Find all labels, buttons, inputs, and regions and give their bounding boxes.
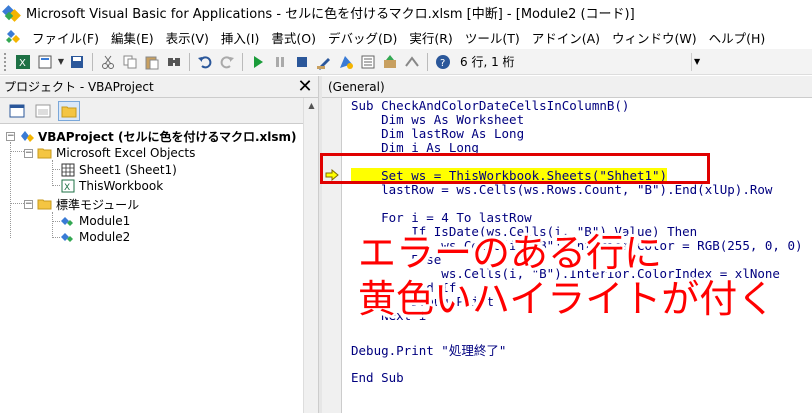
- menu-format[interactable]: 書式(O): [265, 28, 322, 47]
- window-title: Microsoft Visual Basic for Applications …: [26, 7, 635, 22]
- module-icon: [60, 214, 76, 228]
- title-bar: Microsoft Visual Basic for Applications …: [0, 0, 812, 25]
- menu-addins[interactable]: アドイン(A): [526, 28, 606, 47]
- break-icon[interactable]: [271, 53, 289, 71]
- menu-debug[interactable]: デバッグ(D): [322, 28, 403, 47]
- tree-excel-objects[interactable]: − Microsoft Excel Objects: [24, 145, 195, 161]
- vba-app-icon: [2, 4, 21, 22]
- tree-standard-modules[interactable]: − 標準モジュール: [24, 196, 139, 212]
- tree-thisworkbook[interactable]: X ThisWorkbook: [60, 178, 163, 194]
- toolbar-grip[interactable]: [4, 52, 8, 71]
- worksheet-icon: [60, 163, 76, 177]
- tree-vbaproject[interactable]: − VBAProject (セルに色を付けるマクロ.xlsm): [6, 128, 297, 144]
- project-explorer-title: プロジェクト - VBAProject: [4, 80, 154, 94]
- workbook-icon: X: [60, 179, 76, 193]
- view-excel-icon[interactable]: X: [14, 53, 32, 71]
- menu-run[interactable]: 実行(R): [403, 28, 458, 47]
- vba-project-icon: [19, 129, 35, 143]
- project-scrollbar[interactable]: ▲: [303, 98, 318, 413]
- tree-module1-label: Module1: [79, 214, 131, 228]
- reset-icon[interactable]: [293, 53, 311, 71]
- tree-excel-objects-label: Microsoft Excel Objects: [56, 146, 196, 160]
- paste-icon[interactable]: [143, 53, 161, 71]
- toolbox-icon[interactable]: [403, 53, 421, 71]
- collapse-icon[interactable]: −: [6, 131, 15, 141]
- code-line: Debug.Print "処理終了": [351, 343, 507, 358]
- close-icon[interactable]: ✕: [296, 76, 314, 97]
- annotation-line-2: 黄色いハイライトが付く: [358, 277, 776, 321]
- copy-icon[interactable]: [121, 53, 139, 71]
- object-dropdown[interactable]: (General): [322, 76, 812, 98]
- find-icon[interactable]: [165, 53, 183, 71]
- project-explorer-icon[interactable]: [337, 53, 355, 71]
- help-icon[interactable]: ?: [434, 53, 452, 71]
- object-browser-icon[interactable]: [381, 53, 399, 71]
- menu-window[interactable]: ウィンドウ(W): [606, 28, 703, 47]
- insert-dropdown-icon[interactable]: ▼: [56, 53, 66, 71]
- properties-icon[interactable]: [359, 53, 377, 71]
- code-line: lastRow = ws.Cells(ws.Rows.Count, "B").E…: [351, 182, 773, 197]
- tree-sheet1-label: Sheet1 (Sheet1): [79, 163, 177, 177]
- menu-view[interactable]: 表示(V): [160, 28, 215, 47]
- code-line: End Sub: [351, 370, 404, 385]
- tree-thisworkbook-label: ThisWorkbook: [79, 179, 164, 193]
- standard-toolbar: X ▼ ? 6 行, 1 桁 ▼: [0, 49, 812, 75]
- insert-module-icon[interactable]: [36, 53, 54, 71]
- undo-icon[interactable]: [196, 53, 214, 71]
- redo-icon[interactable]: [218, 53, 236, 71]
- svg-text:?: ?: [440, 58, 445, 69]
- design-mode-icon[interactable]: [315, 53, 333, 71]
- tree-module2[interactable]: Module2: [60, 229, 130, 245]
- view-code-icon[interactable]: [6, 101, 28, 121]
- tree-module2-label: Module2: [79, 230, 131, 244]
- module-icon[interactable]: [4, 28, 22, 46]
- folder-open-icon: [37, 197, 53, 211]
- toolbar-options-icon[interactable]: ▼: [690, 52, 703, 71]
- module-icon: [60, 230, 76, 244]
- collapse-icon[interactable]: −: [24, 199, 33, 209]
- project-explorer-toolbar: [0, 98, 318, 124]
- scroll-up-icon[interactable]: ▲: [304, 98, 319, 112]
- menu-bar: ファイル(F) 編集(E) 表示(V) 挿入(I) 書式(O) デバッグ(D) …: [0, 25, 812, 49]
- project-explorer-header: プロジェクト - VBAProject ✕: [0, 76, 318, 98]
- tree-standard-modules-label: 標準モジュール: [56, 197, 140, 212]
- tree-module1[interactable]: Module1: [60, 213, 130, 229]
- menu-help[interactable]: ヘルプ(H): [703, 28, 772, 47]
- folder-open-icon: [37, 146, 53, 160]
- menu-tools[interactable]: ツール(T): [459, 28, 526, 47]
- tree-vbaproject-label: VBAProject (セルに色を付けるマクロ.xlsm): [38, 129, 297, 144]
- collapse-icon[interactable]: −: [24, 148, 33, 158]
- project-tree: − VBAProject (セルに色を付けるマクロ.xlsm) − Micros…: [0, 126, 303, 413]
- menu-edit[interactable]: 編集(E): [105, 28, 160, 47]
- toggle-folders-icon[interactable]: [58, 100, 80, 121]
- error-line-callout-box: [320, 153, 710, 184]
- code-margin[interactable]: [322, 98, 342, 413]
- menu-file[interactable]: ファイル(F): [26, 28, 105, 47]
- cut-icon[interactable]: [99, 53, 117, 71]
- view-object-icon[interactable]: [32, 101, 54, 121]
- cursor-position: 6 行, 1 桁: [460, 55, 515, 69]
- object-dropdown-value: (General): [328, 79, 385, 94]
- menu-insert[interactable]: 挿入(I): [215, 28, 265, 47]
- tree-sheet1[interactable]: Sheet1 (Sheet1): [60, 162, 177, 178]
- svg-text:X: X: [64, 183, 70, 193]
- svg-text:X: X: [19, 58, 26, 69]
- save-icon[interactable]: [68, 53, 86, 71]
- run-icon[interactable]: [249, 53, 267, 71]
